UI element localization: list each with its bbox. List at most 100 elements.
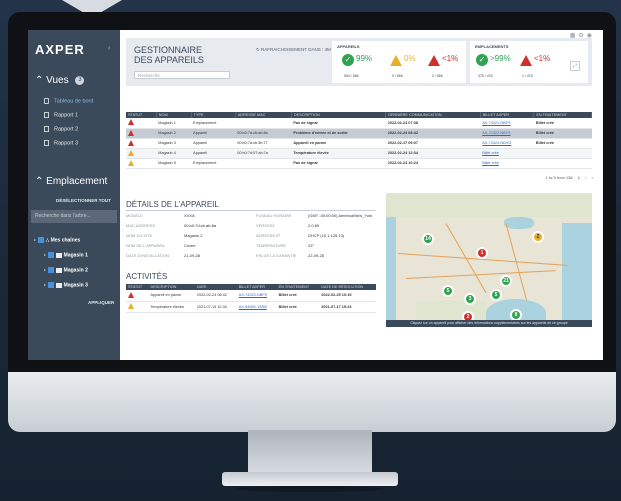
checkbox-checked-icon[interactable] [37,237,44,243]
pagination: 1 to 5 from 136 |‹ ‹ › [545,175,593,180]
stand-shadow [236,486,384,492]
checkbox-checked-icon[interactable] [47,252,54,258]
refresh-status[interactable]: ↻ RAFRAICHISSEMENT DANS : 4M [256,47,331,53]
map-caption: Cliquez sur un appareil pour afficher de… [386,320,592,327]
warning-icon [128,159,134,166]
checkbox-checked-icon[interactable] [47,267,54,273]
map-cluster-pin[interactable]: 1 [476,247,488,259]
map-great-lakes [504,217,534,229]
first-page-icon[interactable]: |‹ [578,175,580,180]
ticket-link[interactable]: AX-74324-NDVG [480,138,534,149]
map-canada [386,193,592,217]
activities-table: STATUT DESCRIPTION DATE BILLET AXPER EN … [126,284,376,313]
map-cluster-pin[interactable]: 5 [490,289,502,301]
alert-icon [128,119,134,126]
summary-header: GESTIONNAIRE DES APPAREILS Recherche ↻ R… [126,38,592,86]
table-row[interactable]: Magasin 3 Appareil 00:b0:7d:cb:3b:77 App… [126,138,592,149]
map-atlantic [562,223,592,327]
collapse-sidebar-icon[interactable]: ‹ [108,45,110,52]
map-cluster-pin[interactable]: 21 [500,275,512,287]
warning-icon [128,303,134,309]
check-icon: ✓ [342,54,354,66]
devices-table: STATUT NOM TYPE ADRESSE MAC DESCRIPTION … [126,112,592,169]
alert-icon [428,55,440,66]
home-icon [44,98,49,104]
tree-item-store-1[interactable]: › Magasin 1 [44,252,88,258]
table-row[interactable]: Magasin 1 Emplacement Pas de signal 2022… [126,118,592,129]
device-details-right: FUSEAU HORAIRE (GMT -05:00:00) America/Ne… [256,213,373,258]
alert-icon [128,139,134,146]
warning-icon [128,149,134,156]
checkbox-checked-icon[interactable] [47,282,54,288]
device-search-input[interactable]: Recherche [134,71,230,79]
chevron-right-icon: › [44,252,46,259]
device-details-title: DÉTAILS DE L'APPAREIL [126,200,219,209]
location-section-header[interactable]: ⌃ Emplacement [35,176,107,187]
store-icon [55,282,62,288]
ticket-link[interactable]: Billet créé [480,158,534,169]
map-cluster-pin[interactable]: 2 [532,231,544,243]
document-icon [44,112,49,118]
table-row[interactable]: Magasin 5 Emplacement Pas de signal 2022… [126,158,592,169]
location-label: Emplacement [46,176,108,187]
alert-icon [128,291,134,298]
views-label: Vues [46,75,69,86]
chevron-up-icon: ⌃ [35,176,44,187]
deselect-all-button[interactable]: DÉSÉLECTIONNER TOUT [56,198,111,203]
alert-icon [128,129,134,136]
device-details-left: MODÈLE XXXA MAC ADDRESS 00:b0:7d:cb:ab:8a … [126,213,217,258]
store-icon [55,252,62,258]
prev-page-icon[interactable]: ‹ [585,175,586,180]
tree-item-my-chains[interactable]: › ⛬ Mes chaînes [34,237,80,243]
chevron-right-icon: › [34,237,36,244]
tree-item-store-2[interactable]: › Magasin 2 [44,267,88,273]
sidebar-item-dashboard[interactable]: Tableau de bord [44,98,93,104]
ticket-link[interactable]: AX-54682-YASB [236,301,277,313]
screen: AXPER ‹ ⌃ Vues 3 Tableau de bord Rapport… [28,30,603,360]
network-icon: ⛬ [45,237,50,244]
ticket-link[interactable]: AX-74321-NBFS [480,118,534,129]
sidebar-item-report-1[interactable]: Rapport 1 [44,112,78,118]
alert-icon [520,55,532,66]
table-row[interactable]: Température élevée 2021-07-14 12:34 AX-5… [126,301,376,313]
main-content: ▦⚙◉ GESTIONNAIRE DES APPAREILS Recherche… [120,30,603,360]
app-logo: AXPER [35,42,85,57]
document-icon [44,140,49,146]
apply-button[interactable]: APPLIQUER [88,300,114,305]
monitor-stand-neck [248,430,372,474]
next-page-icon[interactable]: › [592,175,593,180]
table-row[interactable]: Magasin 4 Appareil 00:b0:7d:57:ab:7a Tem… [126,148,592,159]
map-cluster-pin[interactable]: 14 [422,233,434,245]
table-row[interactable]: Magasin 2 Appareil 00:b0:7d:cb:ab:8a Pro… [126,128,592,139]
map-cluster-pin[interactable]: 5 [442,285,454,297]
page-title: GESTIONNAIRE DES APPAREILS [134,45,204,65]
check-icon: ✓ [476,54,488,66]
store-icon [55,267,62,273]
sidebar-item-report-2[interactable]: Rapport 2 [44,126,78,132]
chevron-up-icon: ⌃ [35,75,44,86]
ticket-link[interactable]: AX-74322-NBFS [236,290,277,302]
document-icon [44,126,49,132]
monitor-stand-foot [222,472,398,486]
views-section-header[interactable]: ⌃ Vues 3 [35,75,85,86]
devices-stats: APPAREILS ✓ 99% 0% <1% 564 / 566 0 / 566… [332,41,466,83]
device-map[interactable]: 14 2 1 21 5 3 5 2 8 Cliquez sur un appar… [386,193,592,327]
ticket-link[interactable]: AX-74322-NBFS [480,128,534,139]
chevron-right-icon: › [44,282,46,289]
refresh-icon: ↻ [256,47,260,52]
table-row[interactable]: Appareil en panne 2022-02-24 08:42 AX-74… [126,290,376,302]
expand-icon[interactable]: ⤢ [570,61,580,71]
ticket-link[interactable]: Billet créé [480,148,534,159]
sidebar: AXPER ‹ ⌃ Vues 3 Tableau de bord Rapport… [28,30,120,360]
tree-item-store-3[interactable]: › Magasin 3 [44,282,88,288]
map-pacific [386,217,396,327]
sidebar-item-report-3[interactable]: Rapport 3 [44,140,78,146]
divider [126,210,376,211]
locations-stats: EMPLACEMENTS ✓ >99% <1% 475 / 476 1 / 47… [470,41,588,83]
activities-title: ACTIVITÉS [126,272,168,281]
views-count-badge: 3 [75,75,85,85]
chevron-right-icon: › [44,267,46,274]
tree-search-input[interactable]: Recherche dans l'arbre... [31,210,117,223]
monitor-chin [8,372,616,432]
map-cluster-pin[interactable]: 3 [464,293,476,305]
